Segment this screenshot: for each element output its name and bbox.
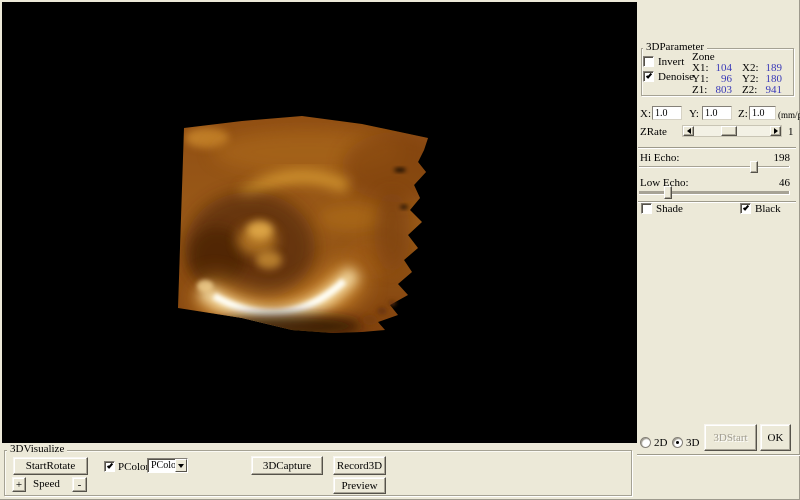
app-window: 3DParameter Invert Denoise Zone X1: 104 … bbox=[0, 0, 800, 500]
zone-z1-label: Z1: bbox=[692, 85, 707, 96]
low-echo-value: 46 bbox=[765, 178, 790, 189]
speed-label: Speed bbox=[33, 479, 60, 490]
y-scale-field[interactable] bbox=[702, 106, 732, 120]
preview-button[interactable]: Preview bbox=[333, 477, 386, 494]
start-rotate-button[interactable]: StartRotate bbox=[13, 457, 88, 475]
separator bbox=[638, 147, 796, 149]
arrow-right-icon bbox=[774, 128, 781, 134]
3dstart-button[interactable]: 3DStart bbox=[704, 424, 757, 451]
zrate-value: 1 bbox=[788, 127, 794, 138]
check-icon bbox=[107, 462, 113, 468]
arrow-left-icon bbox=[684, 128, 691, 134]
check-icon bbox=[743, 204, 749, 210]
black-checkbox[interactable] bbox=[740, 203, 751, 214]
invert-checkbox[interactable] bbox=[643, 56, 654, 67]
zrate-scroll-left-button[interactable] bbox=[683, 126, 694, 136]
speed-plus-button[interactable]: + bbox=[12, 477, 26, 492]
shade-checkbox[interactable] bbox=[641, 203, 652, 214]
hi-echo-slider-thumb[interactable] bbox=[750, 161, 758, 173]
mode-3d-radio[interactable] bbox=[672, 437, 683, 448]
x-scale-label: X: bbox=[640, 109, 651, 120]
zrate-scrollbar[interactable] bbox=[682, 125, 782, 137]
z-scale-field[interactable] bbox=[749, 106, 776, 120]
x-scale-field[interactable] bbox=[652, 106, 682, 120]
zrate-label: ZRate bbox=[640, 127, 667, 138]
zone-z1-value: 803 bbox=[710, 85, 732, 96]
invert-label: Invert bbox=[658, 57, 684, 68]
visualize-group-title: 3DVisualize bbox=[7, 444, 67, 455]
hi-echo-label: Hi Echo: bbox=[640, 153, 679, 164]
dropdown-arrow-button[interactable] bbox=[175, 459, 187, 472]
z-scale-label: Z: bbox=[738, 109, 748, 120]
mode-3d-label: 3D bbox=[686, 438, 699, 449]
render-viewport[interactable] bbox=[2, 2, 637, 443]
zrate-scroll-right-button[interactable] bbox=[770, 126, 781, 136]
3dcapture-button[interactable]: 3DCapture bbox=[251, 456, 323, 475]
speed-minus-button[interactable]: - bbox=[72, 477, 87, 492]
zone-z2-label: Z2: bbox=[742, 85, 757, 96]
ok-button[interactable]: OK bbox=[760, 424, 791, 451]
denoise-checkbox[interactable] bbox=[643, 71, 654, 82]
ultrasound-render-image bbox=[2, 2, 637, 443]
shade-label: Shade bbox=[656, 204, 683, 215]
check-icon bbox=[646, 72, 652, 78]
record3d-button[interactable]: Record3D bbox=[333, 456, 386, 475]
y-scale-label: Y: bbox=[689, 109, 699, 120]
zone-z2-value: 941 bbox=[760, 85, 782, 96]
low-echo-slider-thumb[interactable] bbox=[664, 186, 672, 199]
mode-2d-radio[interactable] bbox=[640, 437, 651, 448]
hi-echo-value: 198 bbox=[765, 153, 790, 164]
pcolor-label: PColor bbox=[118, 462, 149, 473]
radio-dot-icon bbox=[676, 441, 679, 444]
pcolor-checkbox[interactable] bbox=[104, 461, 115, 472]
chevron-down-icon bbox=[178, 464, 184, 471]
low-echo-slider-track[interactable] bbox=[639, 191, 790, 195]
separator bbox=[637, 454, 800, 456]
pcolor-dropdown[interactable]: PColor bbox=[147, 458, 188, 473]
scale-unit-label: (mm/p) bbox=[778, 110, 800, 121]
hi-echo-slider-track[interactable] bbox=[639, 166, 790, 168]
mode-2d-label: 2D bbox=[654, 438, 667, 449]
black-label: Black bbox=[755, 204, 781, 215]
zrate-scroll-thumb[interactable] bbox=[721, 126, 737, 136]
denoise-label: Denoise bbox=[658, 72, 694, 83]
